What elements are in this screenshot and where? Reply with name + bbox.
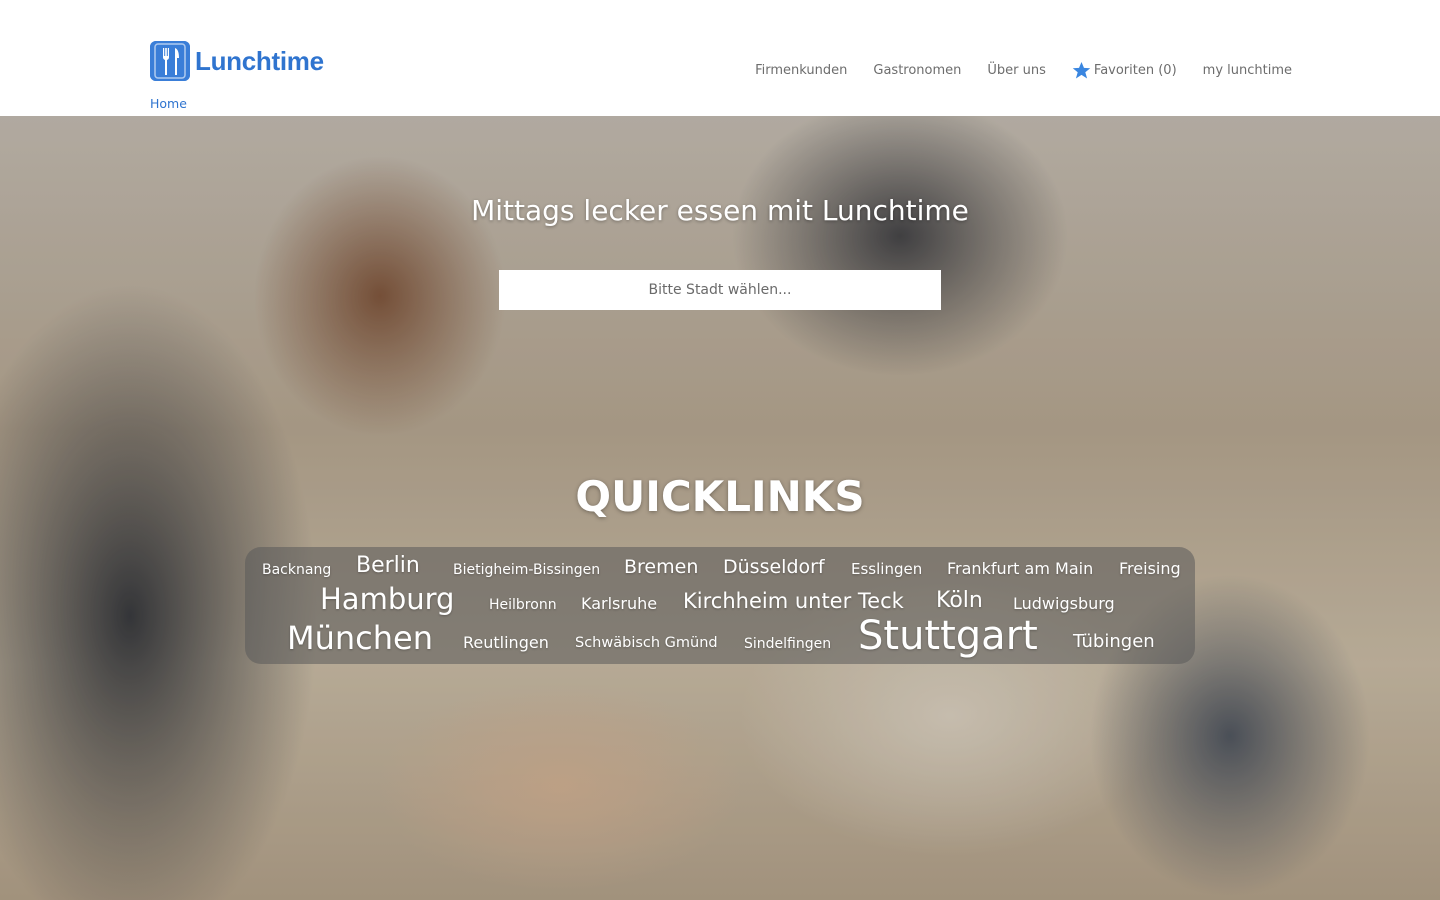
city-link-stuttgart[interactable]: Stuttgart [858, 616, 1038, 656]
nav-favoriten-label: Favoriten (0) [1093, 62, 1177, 78]
city-link-kirchheim[interactable]: Kirchheim unter Teck [683, 591, 904, 612]
city-search-input[interactable] [499, 270, 941, 310]
city-link-sindelfingen[interactable]: Sindelfingen [744, 637, 831, 651]
city-link-berlin[interactable]: Berlin [356, 555, 420, 577]
city-link-duesseldorf[interactable]: Düsseldorf [723, 558, 825, 577]
city-link-freising[interactable]: Freising [1119, 561, 1181, 577]
city-link-tuebingen[interactable]: Tübingen [1073, 633, 1155, 651]
city-link-bremen[interactable]: Bremen [624, 558, 698, 577]
breadcrumb-home[interactable]: Home [150, 96, 187, 111]
city-link-muenchen[interactable]: München [287, 622, 433, 654]
nav-favoriten[interactable]: Favoriten (0) [1072, 61, 1177, 80]
nav-my-lunchtime[interactable]: my lunchtime [1203, 63, 1292, 78]
hero-section: Mittags lecker essen mit Lunchtime QUICK… [0, 116, 1440, 900]
city-link-schwaebisch-gmuend[interactable]: Schwäbisch Gmünd [575, 636, 718, 651]
city-tag-cloud: Backnang Berlin Bietigheim-Bissingen Bre… [245, 547, 1195, 664]
logo-link[interactable]: Lunchtime [150, 41, 324, 81]
city-link-koeln[interactable]: Köln [936, 590, 983, 612]
city-link-backnang[interactable]: Backnang [262, 563, 331, 577]
city-link-esslingen[interactable]: Esslingen [851, 562, 922, 577]
city-link-reutlingen[interactable]: Reutlingen [463, 635, 549, 651]
main-nav: Firmenkunden Gastronomen Über uns Favori… [755, 60, 1292, 80]
nav-gastronomen[interactable]: Gastronomen [873, 63, 961, 78]
star-icon [1072, 61, 1091, 80]
brand-name: Lunchtime [195, 45, 324, 76]
city-link-frankfurt[interactable]: Frankfurt am Main [947, 561, 1093, 577]
quicklinks-title: QUICKLINKS [575, 472, 865, 521]
city-link-hamburg[interactable]: Hamburg [320, 585, 454, 614]
city-link-karlsruhe[interactable]: Karlsruhe [581, 596, 657, 612]
site-header: Lunchtime Firmenkunden Gastronomen Über … [0, 0, 1440, 116]
cutlery-icon [150, 41, 190, 81]
nav-firmenkunden[interactable]: Firmenkunden [755, 63, 847, 78]
city-link-heilbronn[interactable]: Heilbronn [489, 598, 557, 612]
hero-title: Mittags lecker essen mit Lunchtime [471, 194, 969, 227]
city-link-ludwigsburg[interactable]: Ludwigsburg [1013, 596, 1115, 612]
nav-ueber-uns[interactable]: Über uns [987, 63, 1046, 78]
city-link-bietigheim-bissingen[interactable]: Bietigheim-Bissingen [453, 563, 600, 577]
